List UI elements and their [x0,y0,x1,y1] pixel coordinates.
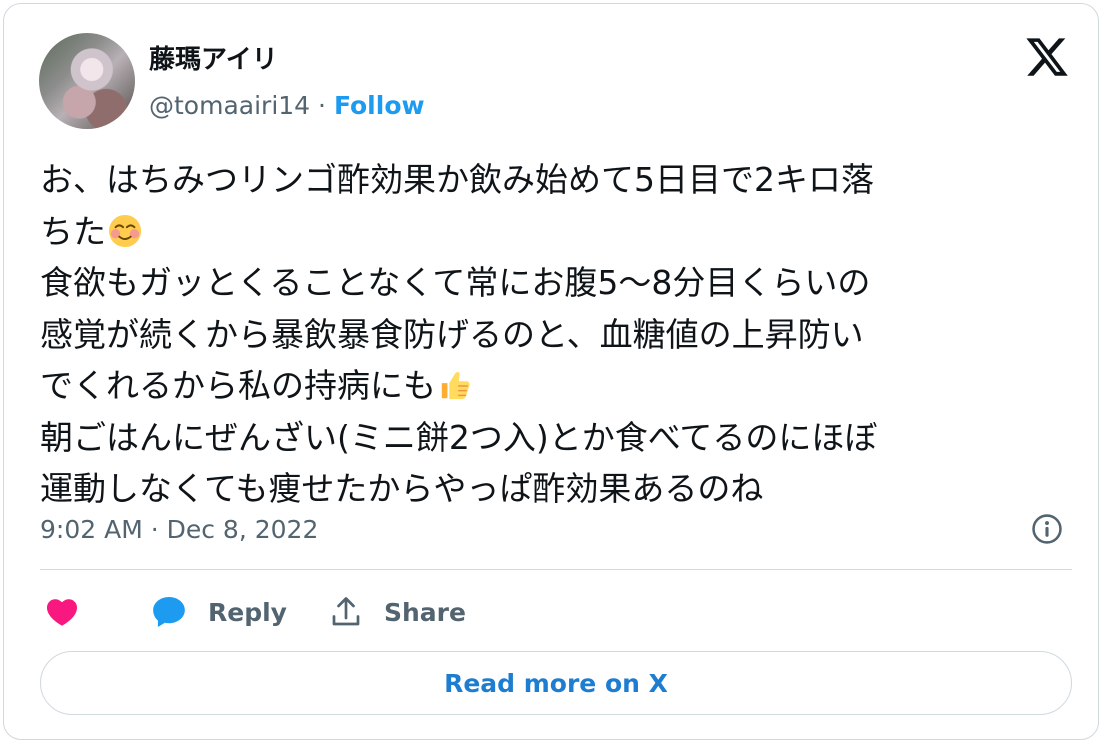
tweet-text: お、はちみつリンゴ酢効果か飲み始めて5日目で2キロ落 ちた 食欲もガッとくること… [40,154,1070,515]
tweet-line: 食欲もガッとくることなくて常にお腹5〜8分目くらいの [40,263,871,302]
tweet-line: 朝ごはんにぜんざい(ミニ餅2つ入)とか食べてるのにほぼ [40,417,878,457]
tweet-line: ちた [40,206,1070,258]
tweet-line-text: でくれるから私の持病にも [40,366,436,405]
read-more-button[interactable]: Read more on X [40,651,1072,715]
tweet-line-text: ちた [40,211,106,251]
divider [40,569,1072,570]
tweet-line: 感覚が続くから暴飲暴食防げるのと、血糖値の上昇防い [40,314,864,354]
like-button[interactable] [44,590,80,634]
tweet-line: 運動しなくても痩せたからやっぱ酢効果あるのね [40,469,764,508]
heart-icon [46,599,78,626]
author-display-name[interactable]: 藤瑪アイリ [149,44,278,76]
author-handle-row: @tomaairi14 · Follow [149,90,425,122]
author-handle[interactable]: @tomaairi14 [149,91,310,120]
share-icon [332,597,360,626]
smiling-face-icon [108,214,142,247]
tweet-card: 藤瑪アイリ @tomaairi14 · Follow お、はちみつリンゴ酢効果か… [3,3,1099,740]
tweet-line: でくれるから私の持病にも [40,360,1070,412]
handle-separator: · [318,91,326,120]
avatar[interactable] [39,33,135,129]
share-label: Share [384,597,466,627]
info-icon[interactable] [1030,512,1064,546]
reply-label: Reply [208,597,287,627]
thumbs-up-icon [441,371,470,400]
speech-bubble-icon [153,596,185,628]
x-logo-icon[interactable] [1024,34,1070,80]
follow-button[interactable]: Follow [334,91,425,120]
tweet-line: お、はちみつリンゴ酢効果か飲み始めて5日目で2キロ落 [40,160,874,199]
share-button[interactable]: Share [328,590,466,634]
reply-button[interactable]: Reply [150,590,287,634]
tweet-timestamp[interactable]: 9:02 AM · Dec 8, 2022 [40,510,318,550]
